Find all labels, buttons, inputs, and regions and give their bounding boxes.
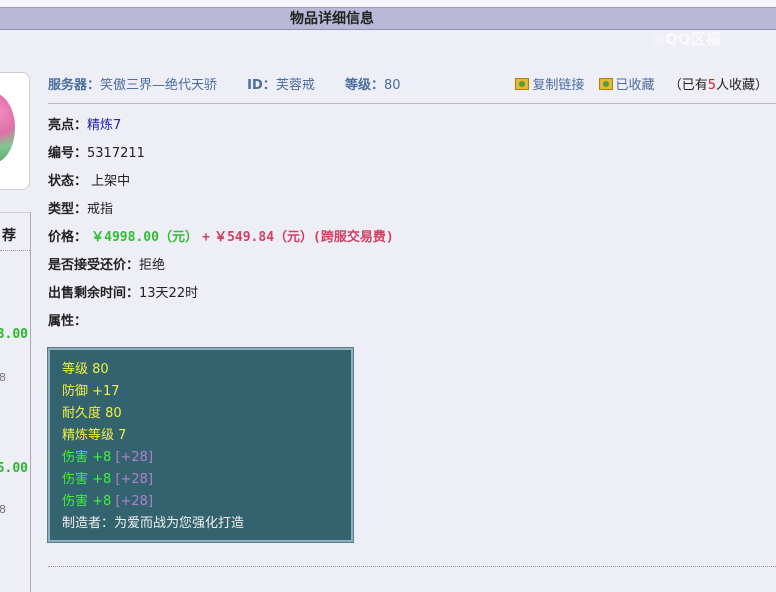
id-label: ID： [247, 78, 276, 93]
price-value: ￥4998.00（元） [91, 230, 198, 245]
recommend-price[interactable]: 3.00 [0, 327, 28, 342]
stat-line: 伤害 +8 [+28] [62, 447, 339, 469]
detail-label: 编号： [48, 146, 88, 161]
stat-line: 伤害 +8 [+28] [62, 491, 339, 513]
detail-label: 类型： [48, 202, 88, 217]
detail-label: 价格： [48, 230, 88, 245]
fav-suffix: 人收藏） [715, 78, 768, 93]
favorite-label: 已收藏 [615, 78, 655, 93]
stat-line: 防御 +17 [62, 384, 120, 399]
item-info-bar: 服务器：笑傲三界—绝代天骄 ID：芙蓉戒 等级：80 复制链接 已收藏 （已有5… [48, 76, 776, 104]
detail-value: 戒指 [87, 202, 114, 217]
stat-line: 精炼等级 7 [62, 428, 127, 443]
stat-bonus: [+28] [115, 450, 154, 465]
detail-value: 拒绝 [139, 258, 166, 273]
favorite-icon [598, 78, 613, 90]
recommend-title: 荐 [0, 213, 30, 251]
level-value: 80 [383, 78, 401, 93]
page-title: 物品详细信息 [290, 11, 374, 27]
divider [48, 566, 776, 567]
copy-link-button[interactable]: 复制链接 [515, 78, 584, 93]
favorite-button[interactable]: 已收藏 [598, 78, 655, 93]
stat-text: 伤害 +8 [62, 494, 112, 509]
detail-label: 是否接受还价： [48, 258, 140, 273]
top-strip [0, 0, 776, 8]
stat-line: 等级 80 [62, 362, 109, 377]
detail-status: 状态： 上架中 [48, 173, 130, 191]
price-plus: + [202, 230, 210, 245]
fee-value: ￥549.84（元）(跨服交易费) [214, 230, 394, 245]
copy-link-icon [515, 78, 530, 90]
actions: 复制链接 已收藏 （已有5人收藏） [515, 76, 768, 96]
level-label: 等级： [344, 78, 384, 93]
fav-prefix: （已有 [668, 78, 708, 93]
copy-link-label: 复制链接 [532, 78, 585, 93]
detail-value: 精炼7 [87, 118, 122, 133]
attribute-box: 等级 80 防御 +17 耐久度 80 精炼等级 7 伤害 +8 [+28] 伤… [47, 347, 354, 543]
watermark-logo: ◎QQ区福 [652, 30, 721, 48]
server-label: 服务器： [48, 78, 101, 93]
detail-label: 属性： [48, 314, 88, 329]
detail-label: 亮点： [48, 118, 88, 133]
detail-label: 状态： [48, 174, 88, 189]
recommend-sub: 8 [0, 503, 6, 516]
page-header: 物品详细信息 [0, 8, 776, 30]
recommend-panel: 荐 3.00 8 5.00 8 [0, 212, 31, 592]
detail-highlight: 亮点：精炼7 [48, 117, 121, 135]
ring-icon [0, 93, 15, 163]
stat-bonus: [+28] [115, 494, 154, 509]
detail-number: 编号：5317211 [48, 145, 145, 163]
fav-count: 5 [707, 78, 716, 93]
server-value: 笑傲三界—绝代天骄 [100, 78, 218, 93]
stat-line: 耐久度 80 [62, 406, 122, 421]
recommend-price[interactable]: 5.00 [0, 461, 28, 476]
detail-type: 类型：戒指 [48, 201, 113, 219]
item-image [0, 72, 30, 190]
detail-attributes: 属性： [48, 313, 87, 331]
detail-label: 出售剩余时间： [48, 286, 140, 301]
detail-remaining-time: 出售剩余时间：13天22时 [48, 285, 198, 303]
recommend-sub: 8 [0, 371, 6, 384]
detail-bargain: 是否接受还价：拒绝 [48, 257, 165, 275]
detail-value: 上架中 [87, 174, 131, 189]
stat-bonus: [+28] [115, 472, 154, 487]
detail-value: 5317211 [87, 146, 145, 161]
stat-text: 伤害 +8 [62, 472, 112, 487]
maker-line: 制造者：为爱而战为您强化打造 [62, 516, 245, 531]
detail-price: 价格： ￥4998.00（元） + ￥549.84（元）(跨服交易费) [48, 229, 394, 247]
id-value: 芙蓉戒 [275, 78, 315, 93]
detail-value: 13天22时 [139, 286, 199, 301]
stat-text: 伤害 +8 [62, 450, 112, 465]
stat-line: 伤害 +8 [+28] [62, 469, 339, 491]
